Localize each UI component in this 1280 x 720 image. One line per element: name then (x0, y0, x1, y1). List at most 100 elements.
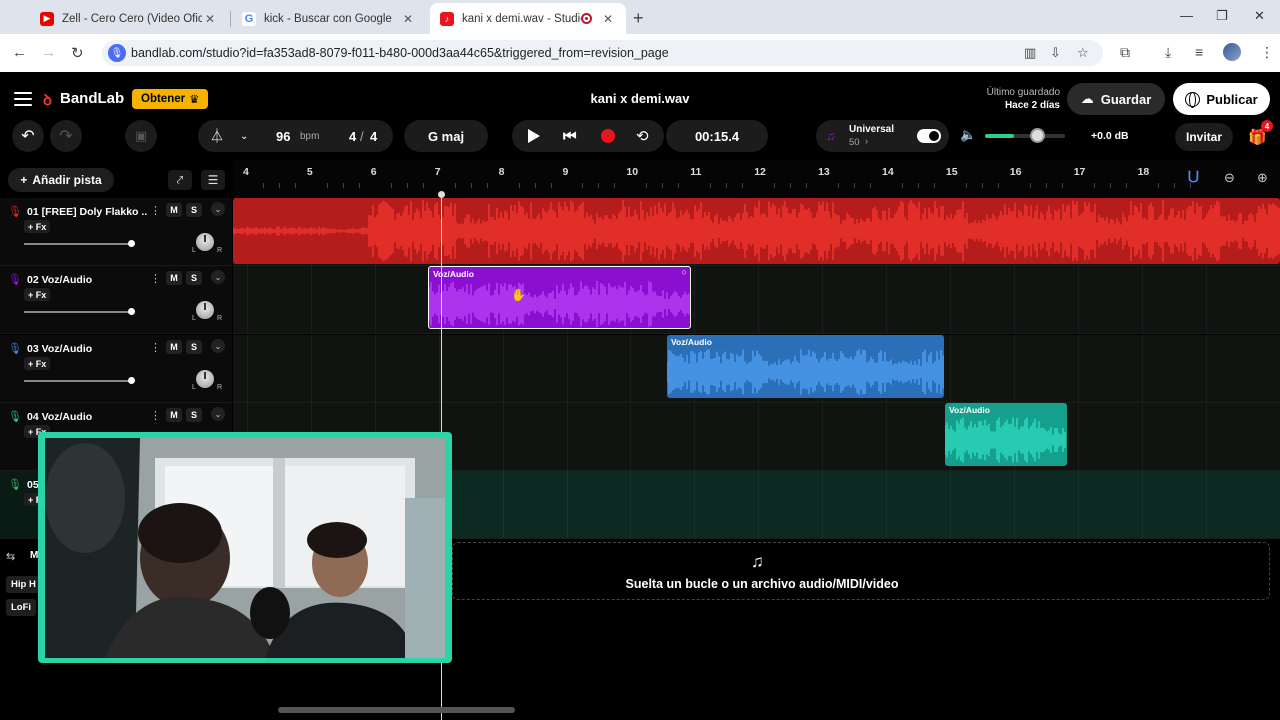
close-window-icon[interactable]: ✕ (1254, 8, 1265, 24)
chevron-down-icon[interactable]: ⌄ (211, 407, 225, 421)
back-icon[interactable]: ← (12, 44, 27, 61)
invite-button[interactable]: Invitar (1175, 123, 1233, 151)
mute-button[interactable]: M (166, 271, 182, 285)
track-header[interactable]: 🎙 03 Voz/Audio ⋮ M S ⌄ + Fx L R (0, 335, 232, 403)
new-tab-icon[interactable]: + (633, 8, 644, 29)
audio-region-track-1[interactable] (233, 198, 1280, 264)
get-membership-button[interactable]: Obtener ♛ (132, 89, 209, 109)
solo-button[interactable]: S (186, 271, 202, 285)
chevron-down-icon[interactable]: ⌄ (211, 339, 225, 353)
more-options-icon[interactable]: ⋮ (150, 272, 161, 285)
track-header[interactable]: 🎙 01 [FREE] Doly Flakko ... ⋮ M S ⌄ + Fx L R (0, 198, 232, 266)
add-fx-button[interactable]: + Fx (24, 357, 51, 370)
record-icon[interactable] (601, 129, 615, 143)
more-options-icon[interactable]: ⋮ (150, 409, 161, 422)
save-button[interactable]: ☁ Guardar (1067, 83, 1165, 115)
pan-knob[interactable] (196, 370, 214, 388)
audio-clip-track-2[interactable]: Voz/Audio ○ ✋ (428, 266, 691, 329)
solo-button[interactable]: S (186, 203, 202, 217)
profile-avatar[interactable] (1223, 43, 1241, 61)
redo-button[interactable]: ↷ (50, 120, 82, 152)
track-name[interactable]: 02 Voz/Audio (27, 274, 147, 286)
browser-tab-youtube[interactable]: ▶ Zell - Cero Cero (Video Oficial) ✕ (30, 3, 228, 34)
more-options-icon[interactable]: ⋮ (150, 204, 161, 217)
solo-button[interactable]: S (186, 340, 202, 354)
loop-handle-icon[interactable]: ○ (682, 267, 687, 277)
track-volume-slider[interactable] (24, 377, 135, 384)
mixer-icon[interactable]: ⇆ (6, 550, 15, 563)
url-text[interactable]: bandlab.com/studio?id=fa353ad8-8079-f011… (131, 46, 669, 60)
close-icon[interactable]: ✕ (202, 12, 218, 26)
speaker-icon[interactable]: 🔈 (960, 127, 976, 143)
zoom-in-icon[interactable]: ⊕ (1257, 170, 1268, 186)
browser-tab-google[interactable]: G kick - Buscar con Google ✕ (232, 3, 426, 34)
bookmark-star-icon[interactable]: ☆ (1077, 45, 1089, 61)
chevron-down-icon[interactable]: ⌄ (211, 270, 225, 284)
horizontal-scrollbar[interactable] (278, 707, 515, 713)
pan-knob[interactable] (196, 233, 214, 251)
drop-zone[interactable] (452, 542, 1270, 600)
automation-icon[interactable]: ⤤ (168, 170, 192, 190)
track-name[interactable]: 03 Voz/Audio (27, 343, 147, 355)
time-sig-denominator[interactable]: 4 (370, 129, 377, 144)
tuner-toggle[interactable] (917, 129, 941, 143)
track-settings-icon[interactable]: ☰ (201, 170, 225, 190)
mute-button[interactable]: M (166, 408, 182, 422)
menu-icon[interactable] (14, 92, 32, 106)
maximize-icon[interactable]: ❐ (1216, 8, 1228, 24)
loop-icon[interactable]: ⟲ (636, 127, 649, 145)
solo-button[interactable]: S (186, 408, 202, 422)
extensions-icon[interactable]: ⧉ (1120, 44, 1130, 61)
download-icon[interactable]: ⤓ (1165, 44, 1171, 61)
audio-clip-track-3[interactable]: Voz/Audio (667, 335, 944, 398)
tempo-value[interactable]: 96 (276, 129, 290, 144)
beat-tick (981, 183, 983, 188)
genre-tag[interactable]: LoFi (6, 599, 37, 616)
publish-button[interactable]: Publicar (1173, 83, 1270, 115)
skip-to-start-icon[interactable]: ⏮ (563, 128, 577, 145)
track-header[interactable]: 🎙 02 Voz/Audio ⋮ M S ⌄ + Fx L R (0, 266, 232, 334)
omnibox[interactable]: 🎙 bandlab.com/studio?id=fa353ad8-8079-f0… (102, 40, 1103, 66)
reload-icon[interactable]: ↻ (71, 44, 84, 62)
media-control-icon[interactable]: ≡ (1195, 44, 1203, 60)
track-name[interactable]: 01 [FREE] Doly Flakko ... (27, 206, 147, 218)
more-options-icon[interactable]: ⋮ (150, 341, 161, 354)
timeline-ruler[interactable]: 4 5 6 7 8 9 10 11 12 13 14 15 16 17 18 (233, 160, 1280, 196)
key-selector[interactable]: G maj (404, 120, 488, 152)
close-icon[interactable]: ✕ (600, 12, 616, 26)
forward-icon[interactable]: → (41, 44, 56, 61)
genre-tag[interactable]: Hip H (6, 576, 41, 593)
tuner-icon[interactable]: ♫ (826, 129, 835, 143)
volume-knob[interactable] (1030, 128, 1045, 143)
master-volume-slider[interactable] (985, 134, 1065, 138)
grid-line (822, 266, 824, 333)
play-icon[interactable] (528, 129, 540, 143)
mute-button[interactable]: M (166, 203, 182, 217)
track-name[interactable]: 04 Voz/Audio (27, 411, 147, 423)
browser-menu-icon[interactable]: ⋮ (1260, 44, 1274, 61)
snap-magnet-icon[interactable]: ⋃ (1188, 168, 1206, 188)
browser-tab-studio[interactable]: ♪ kani x demi.wav - Studio ✕ (430, 3, 626, 34)
pan-knob[interactable] (196, 301, 214, 319)
install-app-icon[interactable]: ⇩ (1050, 45, 1061, 61)
zoom-out-icon[interactable]: ⊖ (1224, 170, 1235, 186)
time-value: 00:15.4 (694, 128, 740, 144)
minimize-icon[interactable]: — (1180, 8, 1193, 23)
chevron-down-icon[interactable]: ⌄ (240, 131, 248, 142)
track-volume-slider[interactable] (24, 308, 135, 315)
editor-toggle-button[interactable]: ▣ (125, 120, 157, 152)
add-fx-button[interactable]: + Fx (24, 220, 51, 233)
mute-button[interactable]: M (166, 340, 182, 354)
metronome-icon[interactable]: ⏃ (210, 126, 224, 146)
add-track-button[interactable]: + Añadir pista (8, 168, 114, 192)
audio-clip-track-4[interactable]: Voz/Audio (945, 403, 1067, 466)
track-volume-slider[interactable] (24, 240, 135, 247)
project-title[interactable]: kani x demi.wav (540, 91, 740, 106)
track-lane[interactable] (233, 266, 1280, 334)
time-sig-numerator[interactable]: 4 (349, 129, 356, 144)
add-fx-button[interactable]: + Fx (24, 288, 51, 301)
chevron-down-icon[interactable]: ⌄ (211, 202, 225, 216)
piano-icon[interactable]: ▥ (1024, 45, 1036, 61)
undo-button[interactable]: ↶ (12, 120, 44, 152)
close-icon[interactable]: ✕ (400, 12, 416, 26)
